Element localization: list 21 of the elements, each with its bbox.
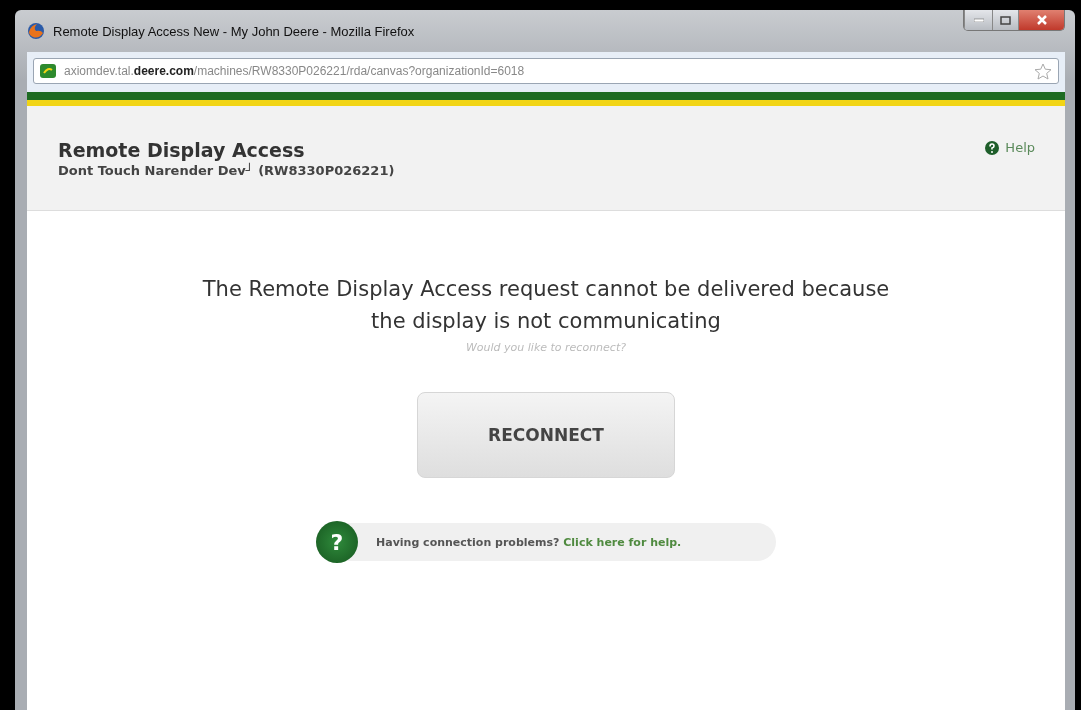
maximize-icon [1000, 15, 1011, 25]
question-badge: ? [316, 521, 358, 563]
help-sentence: Having connection problems? Click here for help. [376, 535, 682, 549]
reconnect-button[interactable]: RECONNECT [417, 392, 675, 478]
close-button[interactable] [1018, 10, 1064, 30]
machine-name: Dont Touch Narender Dev┘ (RW8330P026221) [58, 162, 395, 178]
reconnect-hint: Would you like to reconnect? [465, 341, 627, 354]
help-link[interactable]: Click here for help. [563, 535, 682, 549]
address-field[interactable]: axiomdev.tal.deere.com/machines/RW8330P026221/rda/canvas?organizationId=6018 [33, 58, 1059, 84]
window-title: Remote Display Access New - My John Deere - Mozilla Firefox [53, 23, 416, 39]
help-link[interactable]: Help [985, 140, 1035, 155]
help-icon [985, 140, 1000, 155]
minimize-icon [973, 18, 984, 22]
error-message: The Remote Display Access request cannot be delivered because the display is not communicating [202, 276, 890, 335]
maximize-button[interactable] [992, 10, 1018, 30]
site-icon [40, 64, 56, 78]
bookmark-star-icon[interactable] [1034, 62, 1052, 80]
page-title: Remote Display Access [58, 138, 306, 161]
minimize-button[interactable] [964, 10, 992, 30]
browser-logo-icon [27, 22, 45, 40]
close-icon [1036, 15, 1047, 25]
